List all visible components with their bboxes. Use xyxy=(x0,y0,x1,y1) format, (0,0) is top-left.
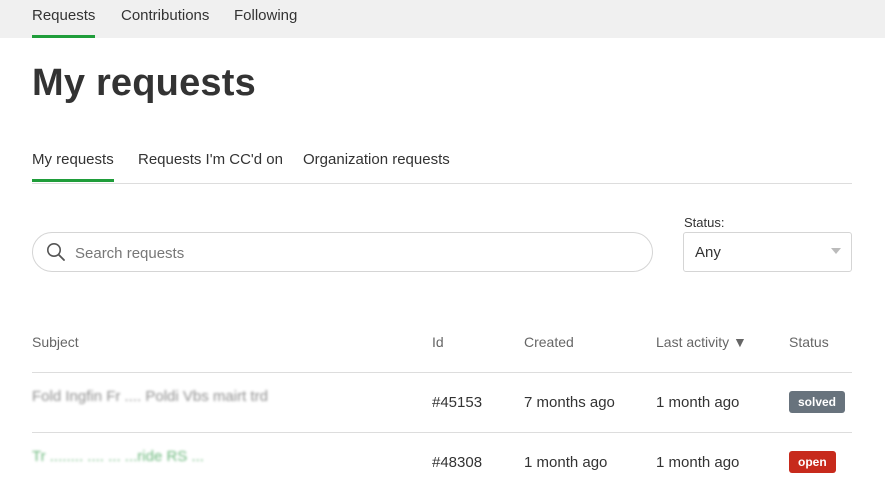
column-header-subject: Subject xyxy=(32,334,79,350)
search-input[interactable] xyxy=(73,237,637,269)
status-filter-value: Any xyxy=(695,244,721,261)
status-badge: solved xyxy=(789,391,846,413)
table-divider xyxy=(32,372,852,373)
column-header-id: Id xyxy=(432,334,444,350)
column-header-last-activity[interactable]: Last activity ▼ xyxy=(656,334,747,350)
status-filter-select[interactable]: Any xyxy=(683,232,852,272)
column-header-created: Created xyxy=(524,334,574,350)
tab-organization-requests[interactable]: Organization requests xyxy=(303,151,450,182)
top-nav-contributions[interactable]: Contributions xyxy=(121,7,209,24)
tab-my-requests[interactable]: My requests xyxy=(32,151,114,182)
page-title: My requests xyxy=(32,62,256,104)
column-header-status: Status xyxy=(789,334,829,350)
tab-cc-requests[interactable]: Requests I'm CC'd on xyxy=(138,151,283,182)
request-subject-link[interactable]: Fold Ingfin Fr .... Poldi Vbs mairt trd xyxy=(32,388,272,405)
search-box xyxy=(32,232,653,272)
request-created: 1 month ago xyxy=(524,454,608,471)
table-divider xyxy=(32,432,852,433)
request-created: 7 months ago xyxy=(524,394,615,411)
status-filter-label: Status: xyxy=(684,215,725,230)
request-id: #45153 xyxy=(432,394,483,411)
status-badge: open xyxy=(789,451,836,473)
request-id: #48308 xyxy=(432,454,483,471)
request-last-activity: 1 month ago xyxy=(656,454,740,471)
search-icon xyxy=(46,242,66,262)
top-nav: Requests Contributions Following xyxy=(0,0,885,38)
request-last-activity: 1 month ago xyxy=(656,394,740,411)
request-subject-link[interactable]: Tr ........ .... ... ...ride RS ... xyxy=(32,448,232,465)
top-nav-requests[interactable]: Requests xyxy=(32,7,96,38)
top-nav-following[interactable]: Following xyxy=(234,7,297,24)
chevron-down-icon xyxy=(831,248,841,254)
request-tabs: My requests Requests I'm CC'd on Organiz… xyxy=(32,150,852,184)
